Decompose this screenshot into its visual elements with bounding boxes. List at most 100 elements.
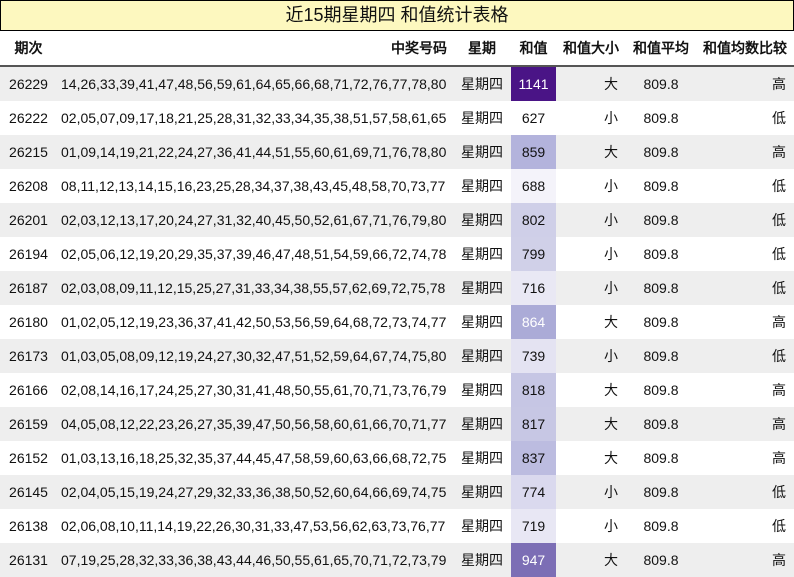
size-cell: 小 [556, 475, 626, 509]
header-compare: 和值均数比较 [696, 31, 794, 67]
weekday-cell: 星期四 [453, 441, 511, 475]
avg-cell: 809.8 [626, 237, 696, 271]
compare-cell: 高 [696, 373, 794, 407]
page: 近15期星期四 和值统计表格 期次 中奖号码 星期 和值 和值大小 和值平均 和… [0, 0, 794, 577]
table-row: 26187 02,03,08,09,11,12,15,25,27,31,33,34… [0, 271, 794, 305]
table-row: 26145 02,04,05,15,19,24,27,29,32,33,36,38… [0, 475, 794, 509]
size-cell: 小 [556, 101, 626, 135]
compare-cell: 高 [696, 441, 794, 475]
numbers-cell: 01,02,05,12,19,23,36,37,41,42,50,53,56,5… [57, 305, 453, 339]
table-row: 26201 02,03,12,13,17,20,24,27,31,32,40,45… [0, 203, 794, 237]
weekday-cell: 星期四 [453, 407, 511, 441]
header-avg: 和值平均 [626, 31, 696, 67]
header-sum: 和值 [511, 31, 556, 67]
weekday-cell: 星期四 [453, 169, 511, 203]
compare-cell: 低 [696, 475, 794, 509]
issue-cell: 26145 [0, 475, 57, 509]
weekday-cell: 星期四 [453, 305, 511, 339]
issue-cell: 26208 [0, 169, 57, 203]
sum-cell: 947 [511, 543, 556, 577]
weekday-cell: 星期四 [453, 101, 511, 135]
table-row: 26138 02,06,08,10,11,14,19,22,26,30,31,33… [0, 509, 794, 543]
weekday-cell: 星期四 [453, 237, 511, 271]
stats-table: 期次 中奖号码 星期 和值 和值大小 和值平均 和值均数比较 26229 14,2… [0, 31, 794, 577]
issue-cell: 26173 [0, 339, 57, 373]
avg-cell: 809.8 [626, 66, 696, 101]
size-cell: 小 [556, 237, 626, 271]
size-cell: 小 [556, 169, 626, 203]
issue-cell: 26222 [0, 101, 57, 135]
numbers-cell: 14,26,33,39,41,47,48,56,59,61,64,65,66,6… [57, 66, 453, 101]
numbers-cell: 02,06,08,10,11,14,19,22,26,30,31,33,47,5… [57, 509, 453, 543]
numbers-cell: 08,11,12,13,14,15,16,23,25,28,34,37,38,4… [57, 169, 453, 203]
sum-cell: 818 [511, 373, 556, 407]
table-row: 26173 01,03,05,08,09,12,19,24,27,30,32,47… [0, 339, 794, 373]
table-title: 近15期星期四 和值统计表格 [0, 0, 794, 31]
size-cell: 小 [556, 509, 626, 543]
issue-cell: 26131 [0, 543, 57, 577]
size-cell: 大 [556, 66, 626, 101]
sum-cell: 688 [511, 169, 556, 203]
issue-cell: 26152 [0, 441, 57, 475]
avg-cell: 809.8 [626, 101, 696, 135]
compare-cell: 低 [696, 101, 794, 135]
numbers-cell: 02,05,07,09,17,18,21,25,28,31,32,33,34,3… [57, 101, 453, 135]
table-row: 26194 02,05,06,12,19,20,29,35,37,39,46,47… [0, 237, 794, 271]
sum-cell: 859 [511, 135, 556, 169]
header-row: 期次 中奖号码 星期 和值 和值大小 和值平均 和值均数比较 [0, 31, 794, 67]
size-cell: 大 [556, 305, 626, 339]
compare-cell: 低 [696, 339, 794, 373]
avg-cell: 809.8 [626, 169, 696, 203]
compare-cell: 高 [696, 66, 794, 101]
issue-cell: 26138 [0, 509, 57, 543]
sum-cell: 802 [511, 203, 556, 237]
sum-cell: 627 [511, 101, 556, 135]
numbers-cell: 01,03,05,08,09,12,19,24,27,30,32,47,51,5… [57, 339, 453, 373]
sum-cell: 1141 [511, 66, 556, 101]
size-cell: 小 [556, 203, 626, 237]
weekday-cell: 星期四 [453, 475, 511, 509]
compare-cell: 低 [696, 169, 794, 203]
issue-cell: 26187 [0, 271, 57, 305]
table-row: 26222 02,05,07,09,17,18,21,25,28,31,32,33… [0, 101, 794, 135]
numbers-cell: 01,03,13,16,18,25,32,35,37,44,45,47,58,5… [57, 441, 453, 475]
table-row: 26131 07,19,25,28,32,33,36,38,43,44,46,50… [0, 543, 794, 577]
size-cell: 小 [556, 339, 626, 373]
numbers-cell: 04,05,08,12,22,23,26,27,35,39,47,50,56,5… [57, 407, 453, 441]
weekday-cell: 星期四 [453, 135, 511, 169]
compare-cell: 低 [696, 203, 794, 237]
table-row: 26152 01,03,13,16,18,25,32,35,37,44,45,47… [0, 441, 794, 475]
issue-cell: 26229 [0, 66, 57, 101]
size-cell: 大 [556, 135, 626, 169]
issue-cell: 26201 [0, 203, 57, 237]
numbers-cell: 01,09,14,19,21,22,24,27,36,41,44,51,55,6… [57, 135, 453, 169]
sum-cell: 817 [511, 407, 556, 441]
table-row: 26229 14,26,33,39,41,47,48,56,59,61,64,65… [0, 66, 794, 101]
header-numbers: 中奖号码 [57, 31, 453, 67]
avg-cell: 809.8 [626, 543, 696, 577]
size-cell: 大 [556, 543, 626, 577]
numbers-cell: 02,03,12,13,17,20,24,27,31,32,40,45,50,5… [57, 203, 453, 237]
avg-cell: 809.8 [626, 475, 696, 509]
compare-cell: 低 [696, 237, 794, 271]
table-row: 26180 01,02,05,12,19,23,36,37,41,42,50,53… [0, 305, 794, 339]
weekday-cell: 星期四 [453, 543, 511, 577]
avg-cell: 809.8 [626, 441, 696, 475]
compare-cell: 高 [696, 305, 794, 339]
avg-cell: 809.8 [626, 339, 696, 373]
size-cell: 小 [556, 271, 626, 305]
avg-cell: 809.8 [626, 203, 696, 237]
numbers-cell: 02,03,08,09,11,12,15,25,27,31,33,34,38,5… [57, 271, 453, 305]
table-row: 26215 01,09,14,19,21,22,24,27,36,41,44,51… [0, 135, 794, 169]
sum-cell: 799 [511, 237, 556, 271]
compare-cell: 低 [696, 271, 794, 305]
avg-cell: 809.8 [626, 305, 696, 339]
table-row: 26159 04,05,08,12,22,23,26,27,35,39,47,50… [0, 407, 794, 441]
table-row: 26166 02,08,14,16,17,24,25,27,30,31,41,48… [0, 373, 794, 407]
issue-cell: 26180 [0, 305, 57, 339]
size-cell: 大 [556, 441, 626, 475]
weekday-cell: 星期四 [453, 271, 511, 305]
compare-cell: 低 [696, 509, 794, 543]
avg-cell: 809.8 [626, 373, 696, 407]
compare-cell: 高 [696, 407, 794, 441]
